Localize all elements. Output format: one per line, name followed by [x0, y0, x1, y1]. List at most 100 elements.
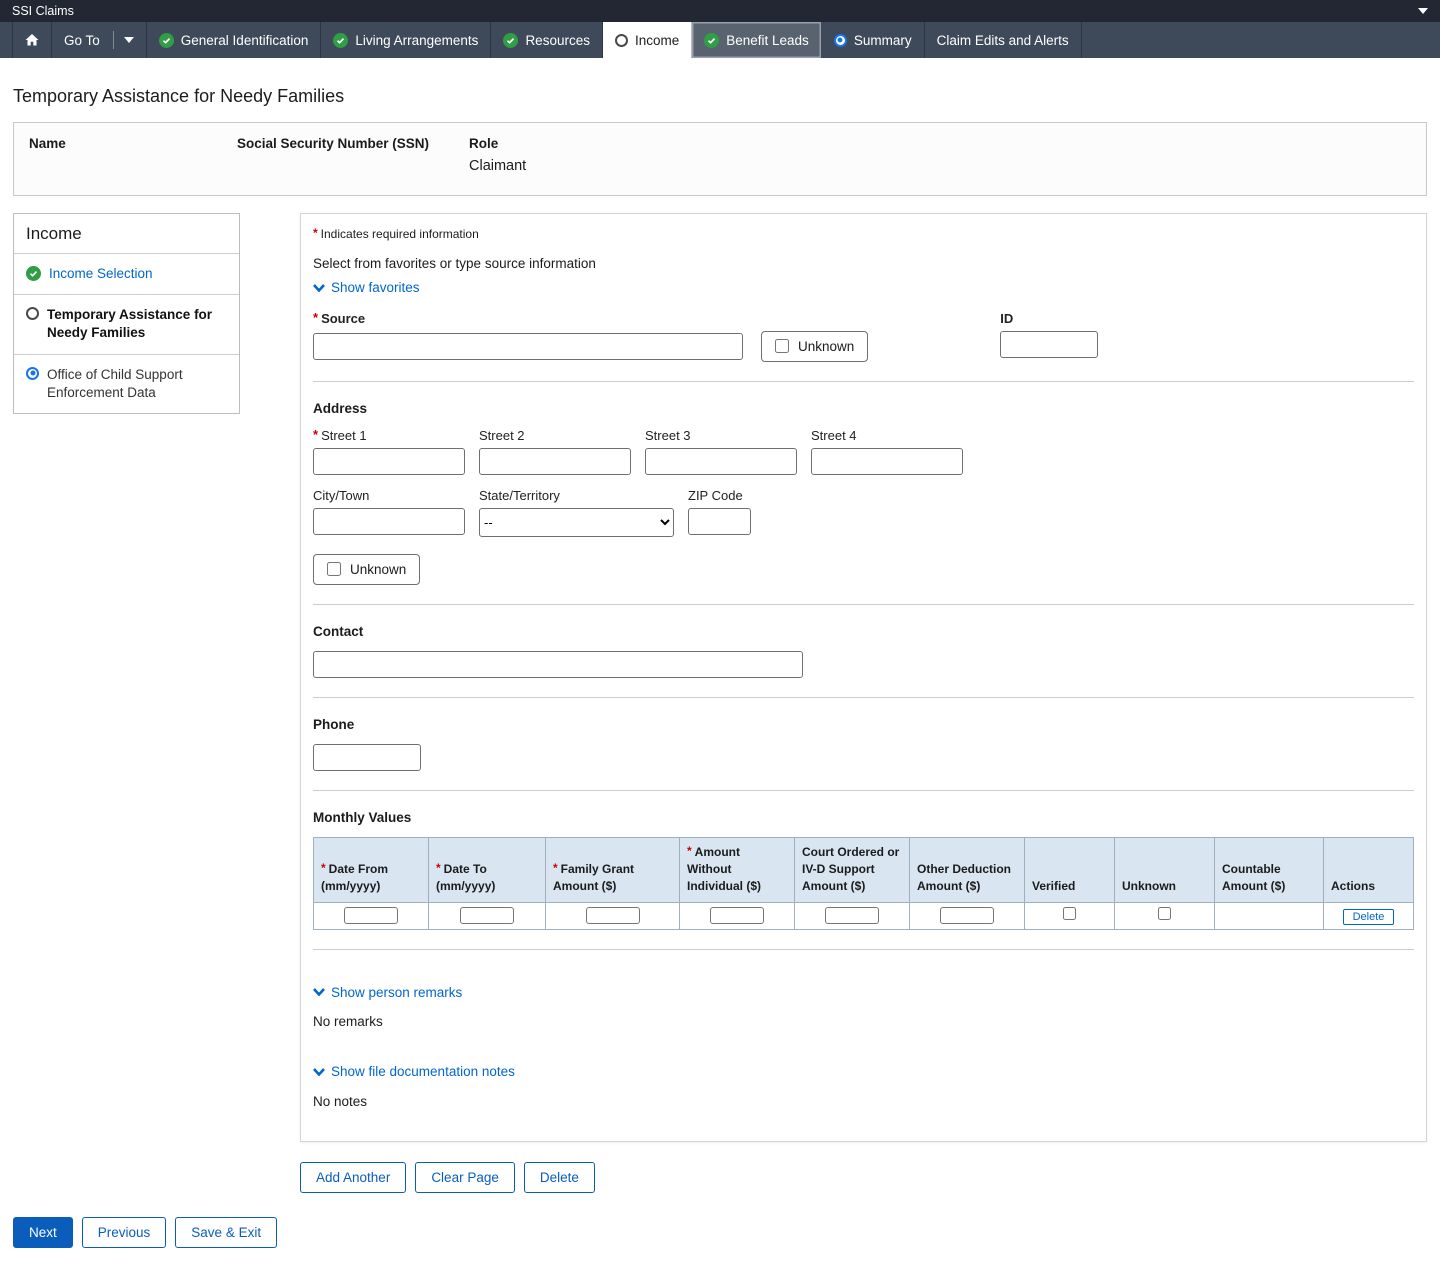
- street2-field: Street 2: [479, 428, 631, 475]
- tab-label: Income: [635, 33, 679, 48]
- complete-check-icon: [159, 33, 174, 48]
- goto-dropdown[interactable]: Go To: [52, 22, 147, 58]
- info-radio-icon: [26, 367, 39, 380]
- contact-input[interactable]: [313, 651, 803, 678]
- show-person-remarks-toggle[interactable]: Show person remarks: [313, 985, 462, 1000]
- col-date-from: *Date From (mm/yyyy): [314, 837, 429, 902]
- show-file-notes-label: Show file documentation notes: [331, 1064, 515, 1079]
- app-header: SSI Claims: [0, 0, 1440, 22]
- street2-input[interactable]: [479, 448, 631, 475]
- required-marker: *: [313, 226, 318, 240]
- street1-input[interactable]: [313, 448, 465, 475]
- zip-input[interactable]: [688, 508, 751, 535]
- unknown-checkbox[interactable]: [1158, 907, 1171, 920]
- street3-label: Street 3: [645, 428, 797, 443]
- state-select[interactable]: --: [479, 508, 674, 537]
- source-label: *Source: [313, 311, 868, 326]
- no-remarks-text: No remarks: [313, 1014, 1414, 1029]
- in-progress-radio-icon: [615, 34, 628, 47]
- show-favorites-label: Show favorites: [331, 280, 420, 295]
- col-verified: Verified: [1025, 837, 1115, 902]
- source-unknown-checkbox[interactable]: [775, 339, 789, 353]
- col-countable-amount: Countable Amount ($): [1215, 837, 1324, 902]
- sidebar-item-label: Income Selection: [49, 265, 153, 283]
- col-actions: Actions: [1324, 837, 1414, 902]
- unknown-label: Unknown: [350, 562, 406, 577]
- show-favorites-toggle[interactable]: Show favorites: [313, 280, 420, 295]
- state-field: State/Territory --: [479, 488, 674, 537]
- zip-field: ZIP Code: [688, 488, 751, 537]
- sidebar-item-ocse-data[interactable]: Office of Child Support Enforcement Data: [14, 354, 239, 413]
- home-button[interactable]: [12, 22, 52, 58]
- source-input[interactable]: [313, 333, 743, 360]
- delete-button[interactable]: Delete: [524, 1162, 595, 1193]
- show-file-notes-toggle[interactable]: Show file documentation notes: [313, 1064, 515, 1079]
- contact-heading: Contact: [313, 624, 1414, 639]
- header-menu-caret-icon[interactable]: [1418, 8, 1428, 14]
- tab-general-identification[interactable]: General Identification: [147, 22, 322, 58]
- chevron-down-icon: [313, 284, 325, 292]
- city-input[interactable]: [313, 508, 465, 535]
- phone-input[interactable]: [313, 744, 421, 771]
- row-delete-button[interactable]: Delete: [1343, 909, 1395, 925]
- tab-label: Living Arrangements: [355, 33, 478, 48]
- role-value: Claimant: [469, 158, 526, 176]
- sidebar-item-income-selection[interactable]: Income Selection: [14, 253, 239, 294]
- table-header-row: *Date From (mm/yyyy) *Date To (mm/yyyy) …: [314, 837, 1414, 902]
- sidebar-item-label: Office of Child Support Enforcement Data: [47, 366, 227, 402]
- next-button[interactable]: Next: [13, 1217, 73, 1248]
- tab-summary[interactable]: Summary: [822, 22, 925, 58]
- col-unknown: Unknown: [1115, 837, 1215, 902]
- ssn-value: [237, 158, 469, 176]
- verified-checkbox[interactable]: [1063, 907, 1076, 920]
- section-divider: [313, 697, 1414, 698]
- address-unknown-checkbox[interactable]: [327, 562, 341, 576]
- required-note-text: Indicates required information: [321, 227, 479, 241]
- col-court-ordered: *Court Ordered or IV-D Support Amount ($…: [795, 837, 910, 902]
- add-another-button[interactable]: Add Another: [300, 1162, 406, 1193]
- home-icon: [24, 32, 40, 48]
- family-grant-amount-input[interactable]: [586, 907, 640, 924]
- person-name-column: Name: [29, 136, 237, 176]
- tab-income[interactable]: Income: [603, 22, 692, 58]
- required-marker: *: [313, 310, 318, 325]
- other-deduction-amount-input[interactable]: [940, 907, 994, 924]
- street4-field: Street 4: [811, 428, 963, 475]
- required-marker: *: [553, 861, 558, 875]
- id-input[interactable]: [1000, 331, 1098, 358]
- id-label: ID: [1000, 311, 1098, 326]
- tab-living-arrangements[interactable]: Living Arrangements: [321, 22, 491, 58]
- street4-input[interactable]: [811, 448, 963, 475]
- amount-without-individual-input[interactable]: [710, 907, 764, 924]
- court-ordered-amount-input[interactable]: [825, 907, 879, 924]
- tab-claim-edits-and-alerts[interactable]: Claim Edits and Alerts: [925, 22, 1082, 58]
- source-unknown-group: Unknown: [761, 331, 868, 362]
- role-label: Role: [469, 136, 526, 151]
- section-divider: [313, 604, 1414, 605]
- save-exit-button[interactable]: Save & Exit: [175, 1217, 277, 1248]
- col-other-deduction: *Other Deduction Amount ($): [910, 837, 1025, 902]
- street2-label: Street 2: [479, 428, 631, 443]
- section-divider: [313, 381, 1414, 382]
- address-heading: Address: [313, 401, 1414, 416]
- tab-benefit-leads[interactable]: Benefit Leads: [692, 22, 822, 58]
- tab-resources[interactable]: Resources: [491, 22, 603, 58]
- complete-check-icon: [704, 33, 719, 48]
- previous-button[interactable]: Previous: [82, 1217, 167, 1248]
- sidebar-item-tanf[interactable]: Temporary Assistance for Needy Families: [14, 294, 239, 353]
- street3-input[interactable]: [645, 448, 797, 475]
- name-label: Name: [29, 136, 237, 151]
- date-to-input[interactable]: [460, 907, 514, 924]
- street1-label: *Street 1: [313, 428, 465, 443]
- favorites-hint: Select from favorites or type source inf…: [313, 256, 1414, 271]
- no-notes-text: No notes: [313, 1094, 1414, 1109]
- person-ssn-column: Social Security Number (SSN): [237, 136, 469, 176]
- show-person-remarks-label: Show person remarks: [331, 985, 462, 1000]
- required-marker: *: [321, 861, 326, 875]
- clear-page-button[interactable]: Clear Page: [415, 1162, 515, 1193]
- person-header: Name Social Security Number (SSN) Role C…: [13, 122, 1427, 196]
- monthly-values-heading: Monthly Values: [313, 810, 1414, 825]
- date-from-input[interactable]: [344, 907, 398, 924]
- required-note: *Indicates required information: [313, 227, 1414, 241]
- name-value: [29, 158, 237, 176]
